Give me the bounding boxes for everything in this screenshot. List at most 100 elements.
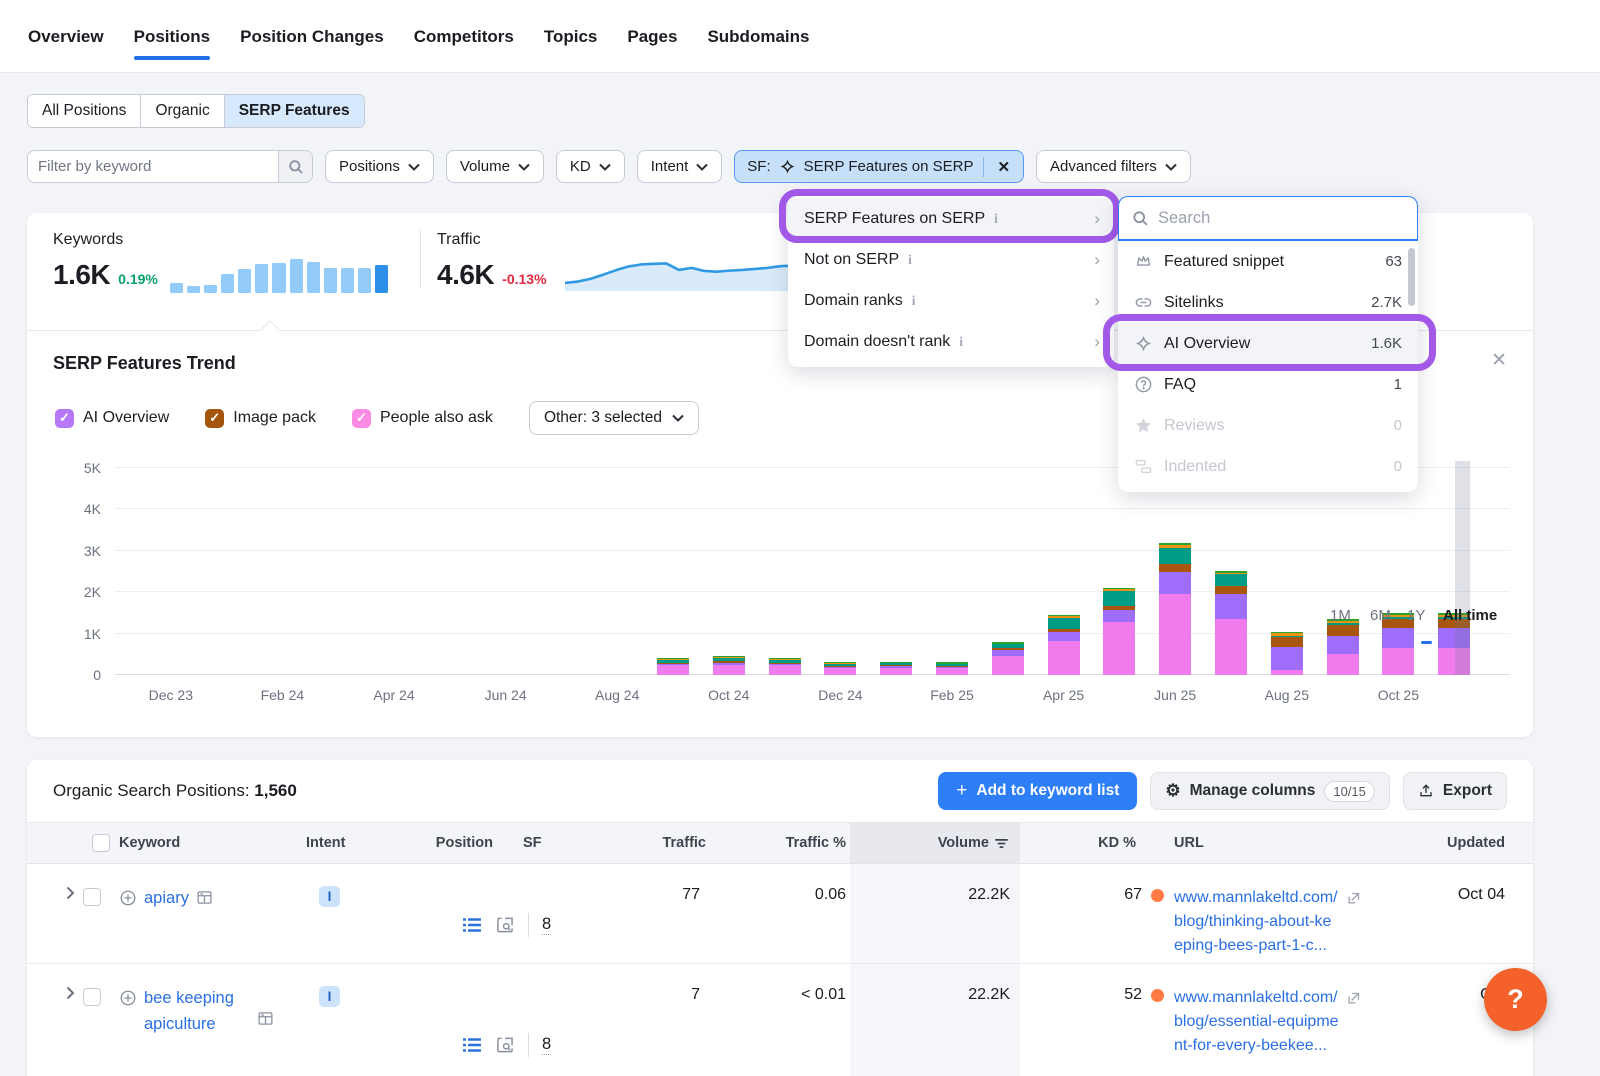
menu-item-serp-features-on-serp[interactable]: SERP Features on SERP i ›: [788, 198, 1114, 239]
trend-bar-segment[interactable]: [992, 648, 1024, 650]
keywords-metric[interactable]: Keywords 1.6K 0.19%: [53, 231, 158, 291]
url-link[interactable]: www.mannlakeltd.com/: [1174, 986, 1338, 1010]
remove-filter-icon[interactable]: ✕: [994, 158, 1013, 176]
intent-badge[interactable]: I: [319, 886, 340, 907]
col-traffic[interactable]: Traffic: [559, 835, 710, 851]
trend-bar-segment[interactable]: [880, 663, 912, 665]
list-feature-icon[interactable]: [462, 1035, 482, 1055]
add-keyword-icon[interactable]: [119, 989, 137, 1007]
trend-bar-segment[interactable]: [936, 668, 968, 675]
submenu-search-input[interactable]: [1158, 209, 1404, 228]
serp-preview-icon[interactable]: [495, 915, 515, 935]
intent-badge[interactable]: I: [319, 986, 340, 1007]
segment-organic[interactable]: Organic: [141, 95, 224, 127]
trend-bar-segment[interactable]: [657, 658, 689, 660]
trend-bar-segment[interactable]: [1103, 610, 1135, 622]
trend-bar-segment[interactable]: [769, 664, 801, 666]
sf-filter-chip[interactable]: SF: SERP Features on SERP ✕: [734, 150, 1024, 183]
url-link-line[interactable]: nt-for-every-beekee...: [1174, 1034, 1421, 1058]
external-link-icon[interactable]: [1346, 991, 1361, 1006]
trend-bar-segment[interactable]: [824, 668, 856, 675]
table-row[interactable]: apiary I 8 77 0.06 22.2K: [27, 864, 1533, 964]
intent-filter-dropdown[interactable]: Intent: [637, 150, 723, 183]
trend-bar-segment[interactable]: [1048, 616, 1080, 618]
submenu-item-featured-snippet[interactable]: Featured snippet 63: [1118, 241, 1418, 282]
trend-bar-segment[interactable]: [936, 662, 968, 664]
info-icon[interactable]: i: [959, 334, 963, 350]
trend-bar-segment[interactable]: [1382, 628, 1414, 648]
trend-bar-segment[interactable]: [1271, 670, 1303, 675]
segment-all-positions[interactable]: All Positions: [28, 95, 141, 127]
range-1m[interactable]: 1M: [1330, 607, 1351, 624]
trend-bar-segment[interactable]: [657, 665, 689, 675]
trend-bar-segment[interactable]: [992, 642, 1024, 644]
url-link-line[interactable]: blog/thinking-about-ke: [1174, 910, 1421, 934]
export-button[interactable]: Export: [1403, 772, 1507, 810]
menu-item-domain-doesnt-rank[interactable]: Domain doesn't rank i ›: [788, 321, 1114, 362]
trend-bar-segment[interactable]: [1159, 545, 1191, 547]
info-icon[interactable]: i: [994, 211, 998, 227]
trend-bar-segment[interactable]: [713, 656, 745, 658]
trend-bar-segment[interactable]: [992, 644, 1024, 648]
trend-bar-segment[interactable]: [1382, 648, 1414, 675]
trend-bar-segment[interactable]: [1215, 619, 1247, 675]
trend-bar-segment[interactable]: [1159, 564, 1191, 572]
trend-bar-segment[interactable]: [1215, 594, 1247, 619]
scrollbar[interactable]: [1408, 248, 1415, 306]
info-icon[interactable]: i: [912, 293, 916, 309]
tab-pages[interactable]: Pages: [627, 13, 677, 69]
expand-row-icon[interactable]: [27, 864, 83, 963]
submenu-item-indented[interactable]: Indented 0: [1118, 446, 1418, 487]
range-all-time[interactable]: All time: [1443, 607, 1497, 624]
info-icon[interactable]: i: [908, 252, 912, 268]
keyword-link[interactable]: bee keeping apiculture: [144, 986, 252, 1037]
col-traffic-pct[interactable]: Traffic %: [710, 835, 850, 851]
keyword-search-button[interactable]: [278, 151, 312, 182]
row-checkbox[interactable]: [83, 888, 101, 906]
trend-bar-segment[interactable]: [769, 658, 801, 660]
url-link[interactable]: www.mannlakeltd.com/: [1174, 886, 1338, 910]
col-keyword[interactable]: Keyword: [119, 835, 279, 851]
help-button[interactable]: ?: [1484, 968, 1547, 1031]
position-value[interactable]: 8: [542, 1034, 551, 1056]
keyword-filter-input[interactable]: [28, 151, 278, 182]
trend-bar-segment[interactable]: [1271, 637, 1303, 647]
legend-people-also-ask[interactable]: ✓ People also ask: [352, 409, 493, 428]
trend-bar-segment[interactable]: [1327, 636, 1359, 655]
trend-bar-segment[interactable]: [1103, 606, 1135, 610]
trend-bar-segment[interactable]: [1271, 632, 1303, 634]
trend-bar-segment[interactable]: [713, 658, 745, 661]
submenu-item-sitelinks[interactable]: Sitelinks 2.7K: [1118, 282, 1418, 323]
select-all-checkbox[interactable]: [92, 834, 110, 852]
col-intent[interactable]: Intent: [279, 835, 369, 851]
checkbox-checked-icon[interactable]: ✓: [55, 409, 74, 428]
trend-bar-segment[interactable]: [1327, 654, 1359, 675]
trend-bar-segment[interactable]: [824, 664, 856, 666]
trend-bar-segment[interactable]: [1103, 588, 1135, 590]
tab-subdomains[interactable]: Subdomains: [707, 13, 809, 69]
external-link-icon[interactable]: [1346, 891, 1361, 906]
col-url[interactable]: URL: [1166, 835, 1421, 851]
serp-preview-icon[interactable]: [495, 1035, 515, 1055]
tab-topics[interactable]: Topics: [544, 13, 598, 69]
kd-filter-dropdown[interactable]: KD: [556, 150, 625, 183]
trend-bar-segment[interactable]: [657, 664, 689, 666]
trend-bar-segment[interactable]: [1103, 589, 1135, 591]
menu-item-domain-ranks[interactable]: Domain ranks i ›: [788, 280, 1114, 321]
range-1y[interactable]: 1Y: [1407, 607, 1425, 624]
trend-bar-segment[interactable]: [713, 661, 745, 663]
trend-bar-segment[interactable]: [1215, 571, 1247, 573]
add-keyword-icon[interactable]: [119, 889, 137, 907]
tab-positions[interactable]: Positions: [134, 13, 211, 69]
trend-bar-segment[interactable]: [1215, 574, 1247, 586]
submenu-item-ai-overview[interactable]: AI Overview 1.6K: [1118, 323, 1418, 364]
menu-item-not-on-serp[interactable]: Not on SERP i ›: [788, 239, 1114, 280]
trend-bar-segment[interactable]: [1159, 594, 1191, 675]
trend-bar-segment[interactable]: [1271, 647, 1303, 670]
keyword-link[interactable]: apiary: [144, 886, 189, 912]
trend-bar-segment[interactable]: [1327, 625, 1359, 635]
trend-bar-segment[interactable]: [880, 668, 912, 675]
add-to-keyword-list-button[interactable]: + Add to keyword list: [938, 772, 1137, 810]
trend-bar-segment[interactable]: [1048, 618, 1080, 630]
serp-snippet-icon[interactable]: [257, 1010, 274, 1027]
